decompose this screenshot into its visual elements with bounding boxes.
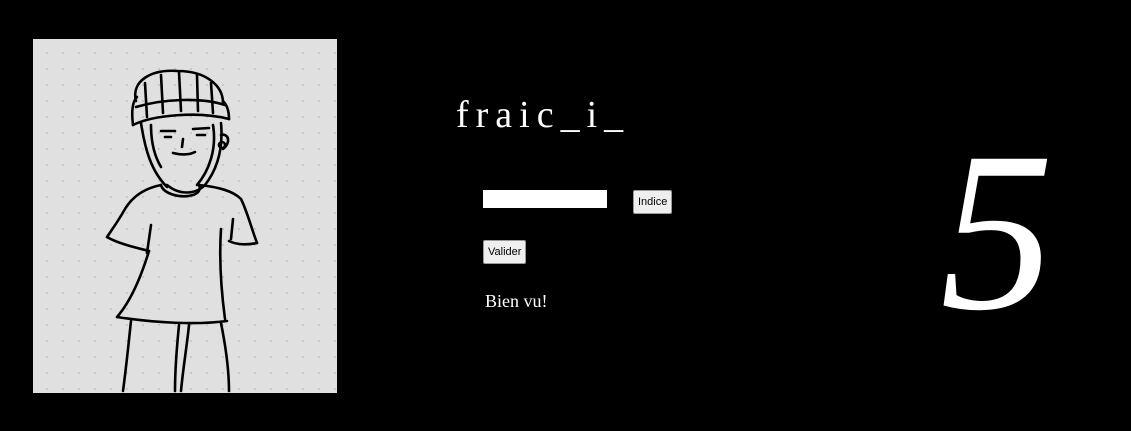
feedback-message: Bien vu! (485, 291, 548, 311)
validate-button[interactable]: Valider (483, 240, 527, 264)
level-number: 5 (940, 106, 1054, 358)
hint-button[interactable]: Indice (633, 190, 673, 214)
answer-input[interactable] (483, 190, 607, 208)
puzzle-word: fraic_i_ (456, 94, 631, 136)
character-drawing (33, 39, 337, 393)
character-drawing-icon (105, 69, 259, 393)
